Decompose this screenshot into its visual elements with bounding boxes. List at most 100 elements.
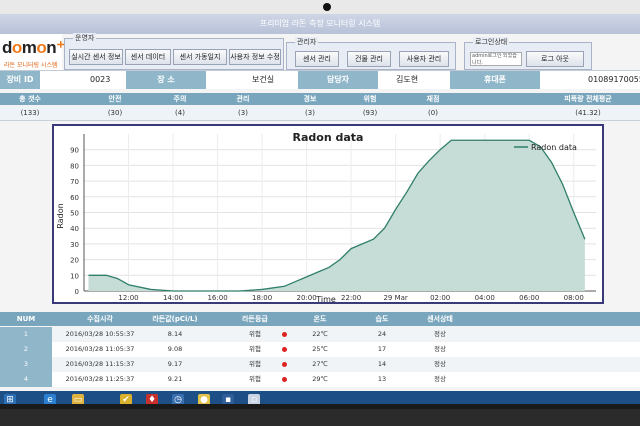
cell-sensor-status: 정상 [434,360,446,368]
manager-label: 담당자 [298,71,378,89]
stats-values: (133) (30) (4) (3) (3) (93) (0) (41.32) [0,106,640,121]
user-manage-button[interactable]: 사용자 관리 [399,51,449,67]
login-group-label: 로그인상태 [473,37,510,47]
x-tick-label: 20:00 [297,294,317,302]
cell-radon-value: 9.08 [167,345,183,353]
admin-group-label: 관리자 [295,37,319,47]
stat-header-safe: 안전 [108,95,122,103]
cell-sensor-status: 정상 [434,330,446,338]
table-row[interactable]: 1 2016/03/28 10:55:37 8.14 위험 22℃ 24 정상 [0,327,640,342]
windows-icon[interactable]: ⊞ [4,394,16,404]
device-id-value: 0023 [90,75,111,84]
radon-chart-svg: 0 10 20 30 40 50 60 70 80 90 12:00 14:00 16:00 18:00 2… [56,131,596,304]
x-tick-label: 22:00 [341,294,361,302]
y-tick-label: 0 [75,288,79,296]
chart-title: Radon data [293,131,364,144]
app-icon[interactable]: ● [198,394,210,404]
cell-sensor-status: 정상 [434,375,446,383]
sensor-manage-button[interactable]: 센서 관리 [295,51,339,67]
stat-header-manage: 관리 [236,95,250,103]
taskbar: ⊞ e ▭ ✔ ♦ ◷ ● ▪ ▫ [0,391,640,404]
cell-collect-time: 2016/03/28 11:05:37 [65,345,135,353]
operator-group-label: 운영자 [73,33,97,43]
app2-icon[interactable]: ▪ [222,394,234,404]
legend-label: Radon data [531,143,577,152]
app-title-bar: 프리미엄 라돈 측정 모니터링 시스템 [0,14,640,34]
table-row[interactable]: 4 2016/03/28 11:25:37 9.21 위험 29℃ 13 정상 [0,372,640,387]
stat-value-caution: (4) [175,109,185,117]
cell-temp: 29℃ [312,375,328,383]
x-tick-label: 16:00 [207,294,227,302]
table-row[interactable]: 3 2016/03/28 11:15:37 9.17 위험 27℃ 14 정상 [0,357,640,372]
col-collect-time: 수집시각 [87,315,113,323]
clock-icon[interactable]: ◷ [172,394,184,404]
x-axis-label: Time [315,295,336,302]
cell-collect-time: 2016/03/28 11:25:37 [65,375,135,383]
sensor-log-button[interactable]: 센서 가동일지 [173,49,227,65]
cell-num: 4 [0,372,52,387]
check-icon[interactable]: ✔ [120,394,132,404]
building-manage-button[interactable]: 건물 관리 [347,51,391,67]
admin-group: 관리자 센서 관리 건물 관리 사용자 관리 [286,37,456,70]
cell-radon-grade: 위험 [249,360,261,368]
stat-header-total: 총 갯수 [19,95,41,103]
folder-icon[interactable]: ▭ [72,394,84,404]
col-sensor-status: 센서상태 [427,315,453,323]
operator-group: 운영자 실시간 센서 정보 센서 데이터 센서 가동일지 사용자 정보 수정 [64,33,284,70]
stat-header-caution: 주의 [173,95,187,103]
y-tick-label: 70 [70,178,79,186]
logout-button[interactable]: 로그 아웃 [526,51,584,67]
sensor-data-button[interactable]: 센서 데이터 [125,49,171,65]
cell-radon-grade: 위험 [249,345,261,353]
y-axis-label: Radon [56,203,65,228]
danger-indicator-icon [282,332,287,337]
cell-sensor-status: 정상 [434,345,446,353]
radon-chart: 0 10 20 30 40 50 60 70 80 90 12:00 14:00 16:00 18:00 2… [52,124,604,304]
x-tick-label: 18:00 [252,294,272,302]
ie-icon[interactable]: e [44,394,56,404]
cell-radon-value: 9.17 [167,360,183,368]
logo-subtitle: 라돈 모니터링 시스템 [4,62,58,69]
window-icon[interactable]: ▫ [248,394,260,404]
x-tick-label: 14:00 [163,294,183,302]
phone-value: 01089170055 [588,75,640,84]
cell-num: 3 [0,357,52,372]
radon-area [88,140,585,291]
y-tick-label: 10 [70,272,79,280]
cell-temp: 27℃ [312,360,328,368]
data-table-header: NUM 수집시각 라돈값(pCi/L) 라돈등급 온도 습도 센서상태 [0,312,640,326]
cell-radon-grade: 위험 [249,375,261,383]
y-tick-label: 50 [70,210,79,218]
webcam-icon [323,3,331,11]
stat-value-danger: (93) [362,109,378,117]
x-tick-label: 04:00 [475,294,495,302]
cell-radon-value: 8.14 [167,330,183,338]
stat-value-total: (133) [20,109,40,117]
x-tick-label: 29 Mar [383,294,407,302]
realtime-sensor-button[interactable]: 실시간 센서 정보 [69,49,123,65]
stat-value-alert: (3) [305,109,315,117]
stats-header: 총 갯수 안전 주의 관리 경보 위험 재점 피폭량 전체평균 [0,93,640,105]
app-title: 프리미엄 라돈 측정 모니터링 시스템 [259,19,381,28]
cell-collect-time: 2016/03/28 10:55:37 [65,330,135,338]
monitor-bottom-bezel [0,409,640,426]
antivirus-icon[interactable]: ♦ [146,394,158,404]
danger-indicator-icon [282,377,287,382]
stat-header-danger: 위험 [363,95,377,103]
cell-humidity: 14 [377,360,387,368]
col-humidity: 습도 [375,315,389,323]
stat-value-manage: (3) [238,109,248,117]
cell-humidity: 24 [377,330,387,338]
stat-header-recheck: 재점 [426,95,440,103]
danger-indicator-icon [282,362,287,367]
col-num: NUM [16,315,36,323]
table-row[interactable]: 2 2016/03/28 11:05:37 9.08 위험 25℃ 17 정상 [0,342,640,357]
screen: 프리미엄 라돈 측정 모니터링 시스템 domon⁺ 라돈 모니터링 시스템 운… [0,0,640,404]
cell-temp: 25℃ [312,345,328,353]
x-tick-label: 06:00 [519,294,539,302]
y-tick-label: 30 [70,241,79,249]
x-tick-label: 02:00 [430,294,450,302]
location-value: 보건실 [252,75,275,84]
cell-radon-value: 9.21 [167,375,183,383]
user-edit-button[interactable]: 사용자 정보 수정 [229,49,281,65]
